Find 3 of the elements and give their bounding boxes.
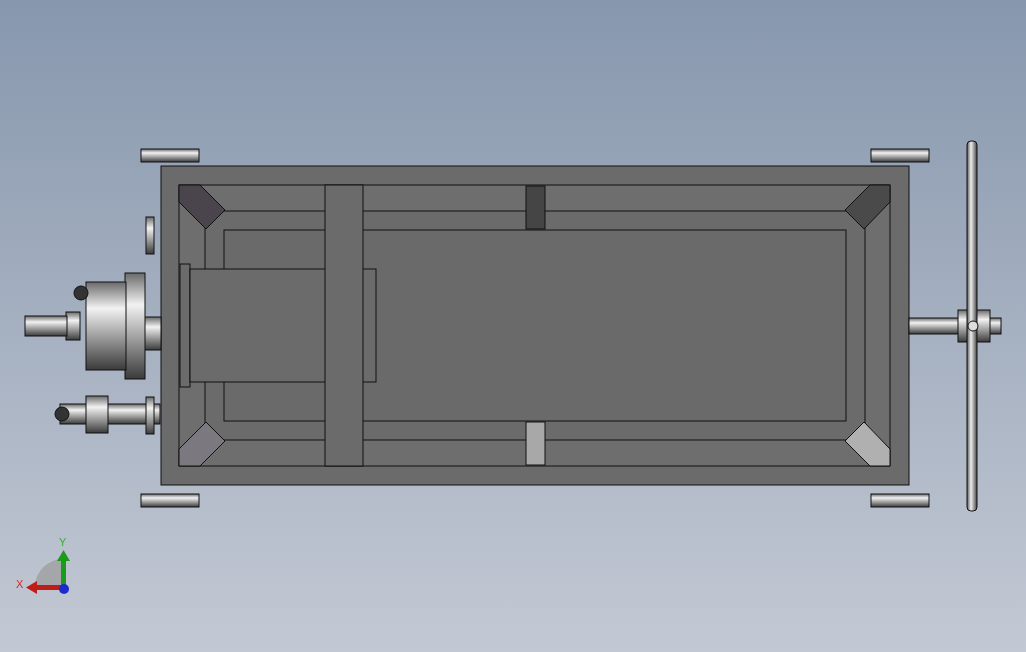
axis-label: X	[16, 578, 24, 590]
axis-label: Y	[59, 536, 67, 548]
x-axis-arrow	[26, 581, 69, 594]
